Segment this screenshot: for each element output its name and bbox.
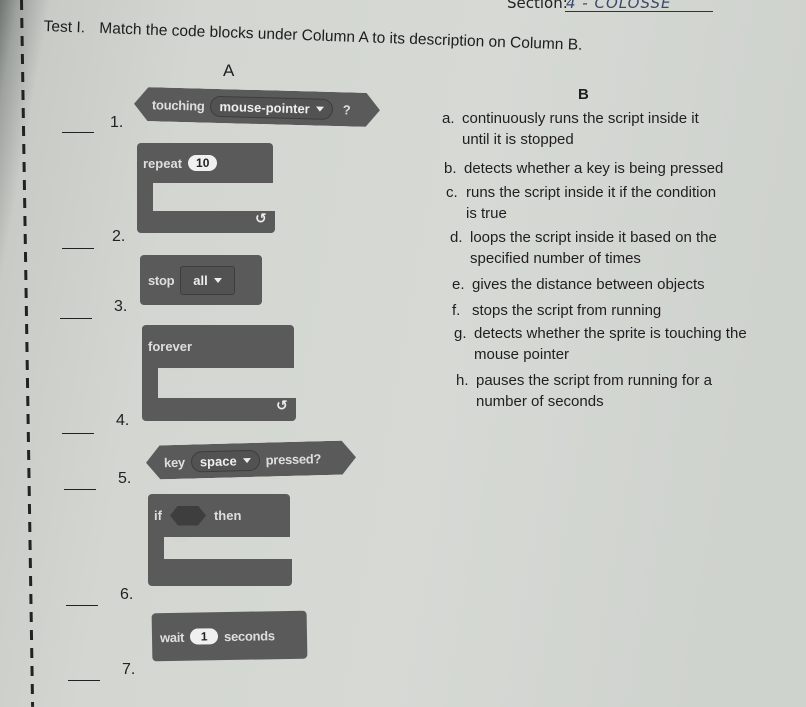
test-instructions: Test I. Match the code blocks under Colu… — [43, 18, 582, 55]
answer-blank-6[interactable] — [66, 605, 98, 606]
touching-label: touching — [151, 96, 205, 114]
description-letter: c. — [446, 184, 458, 201]
if-label: if — [154, 508, 162, 523]
description-h: h. pauses the script from running for a n… — [456, 372, 712, 410]
touching-block: touching mouse-pointer ? — [134, 87, 381, 127]
seconds-label: seconds — [223, 627, 275, 644]
repeat-block-arm — [137, 183, 153, 211]
description-text: runs the script inside it if the conditi… — [466, 184, 717, 201]
test-label: Test I. — [43, 18, 86, 37]
pressed-label: pressed? — [265, 450, 322, 468]
stop-block: stop all — [140, 255, 262, 305]
repeat-block: repeat 10 ↺ — [137, 143, 277, 233]
wait-seconds-input[interactable]: 1 — [189, 628, 219, 645]
description-f: f. stops the script from running — [452, 302, 661, 319]
description-d: d. loops the script inside it based on th… — [450, 229, 717, 267]
description-text-cont: is true — [466, 205, 507, 222]
item-number-7: 7. — [122, 661, 136, 678]
column-a-heading: A — [223, 61, 235, 80]
if-block-bottom — [148, 559, 292, 586]
item-number-4: 4. — [116, 412, 130, 429]
dropdown-arrow-icon — [213, 277, 222, 283]
description-text-cont: number of seconds — [476, 393, 604, 410]
repeat-count-input[interactable]: 10 — [188, 155, 218, 171]
description-g: g. detects whether the sprite is touching… — [454, 325, 747, 363]
description-text-cont: specified number of times — [470, 250, 641, 267]
repeat-label: repeat — [143, 155, 183, 171]
answer-blank-1[interactable] — [62, 132, 94, 133]
description-a: a. continuously runs the script inside it… — [442, 110, 699, 148]
key-label: key — [163, 454, 186, 470]
question-mark-label: ? — [342, 101, 351, 117]
block-notch — [166, 368, 182, 373]
if-then-block: if then — [148, 494, 294, 590]
item-number-1: 1. — [110, 114, 124, 131]
dashed-cut-line — [20, 0, 35, 707]
description-letter: e. — [452, 276, 465, 293]
description-e: e. gives the distance between objects — [452, 276, 705, 293]
answer-blank-3[interactable] — [60, 318, 92, 319]
description-letter: h. — [456, 372, 469, 389]
description-text: gives the distance between objects — [472, 276, 705, 293]
wait-block: wait 1 seconds — [151, 610, 308, 662]
dropdown-arrow-icon — [316, 106, 324, 111]
forever-block-top: forever — [142, 325, 294, 368]
item-number-6: 6. — [120, 586, 134, 603]
item-number-3: 3. — [114, 298, 128, 315]
key-pressed-block: key space pressed? — [146, 440, 357, 479]
wait-label: wait — [159, 629, 185, 645]
instruction-text: Match the code blocks under Column A to … — [99, 19, 583, 54]
description-letter: f. — [452, 302, 461, 319]
key-dropdown[interactable]: space — [191, 449, 260, 472]
description-text-cont: mouse pointer — [474, 346, 570, 363]
description-letter: a. — [442, 110, 455, 127]
loop-arrow-icon: ↺ — [255, 211, 267, 227]
forever-block-arm — [142, 368, 158, 398]
stop-label: stop — [148, 272, 175, 288]
description-text: loops the script inside it based on the — [470, 229, 717, 246]
block-notch — [172, 537, 188, 542]
stop-option-value: all — [193, 272, 208, 288]
section-underline — [565, 11, 713, 12]
description-text: continuously runs the script inside it — [462, 110, 699, 127]
condition-slot[interactable] — [169, 505, 206, 526]
description-text: detects whether the sprite is touching t… — [474, 325, 747, 342]
description-text: stops the script from running — [472, 302, 662, 319]
description-letter: b. — [444, 160, 457, 177]
answer-blank-5[interactable] — [64, 489, 96, 490]
loop-arrow-icon: ↺ — [276, 398, 288, 414]
dropdown-arrow-icon — [243, 458, 251, 463]
item-number-5: 5. — [118, 470, 132, 487]
description-letter: d. — [450, 229, 463, 246]
then-label: then — [213, 508, 242, 523]
repeat-block-top: repeat 10 — [137, 143, 273, 183]
key-dropdown-value: space — [199, 452, 237, 469]
item-number-2: 2. — [112, 228, 126, 245]
description-text: detects whether a key is being pressed — [464, 160, 724, 177]
worksheet-page: Section: 4 - COLOSSE Test I. Match the c… — [0, 0, 806, 707]
block-notch — [161, 183, 177, 188]
sprite-dropdown[interactable]: mouse-pointer — [210, 95, 333, 119]
description-text: pauses the script from running for a — [476, 372, 712, 389]
section-label: Section: — [507, 0, 568, 12]
sprite-dropdown-value: mouse-pointer — [219, 98, 310, 116]
description-letter: g. — [454, 325, 467, 342]
forever-label: forever — [148, 339, 193, 354]
if-block-top: if then — [148, 494, 290, 537]
answer-blank-4[interactable] — [62, 433, 94, 434]
description-c: c. runs the script inside it if the condi… — [446, 184, 717, 222]
stop-option-dropdown[interactable]: all — [180, 265, 235, 295]
forever-block-bottom — [142, 398, 296, 421]
forever-block: forever ↺ — [142, 325, 298, 421]
description-text-cont: until it is stopped — [462, 131, 574, 148]
answer-blank-7[interactable] — [68, 680, 100, 681]
if-block-arm — [148, 537, 164, 559]
description-b: b. detects whether a key is being pressed — [444, 160, 723, 177]
answer-blank-2[interactable] — [62, 248, 94, 249]
column-b-heading: B — [578, 86, 589, 103]
